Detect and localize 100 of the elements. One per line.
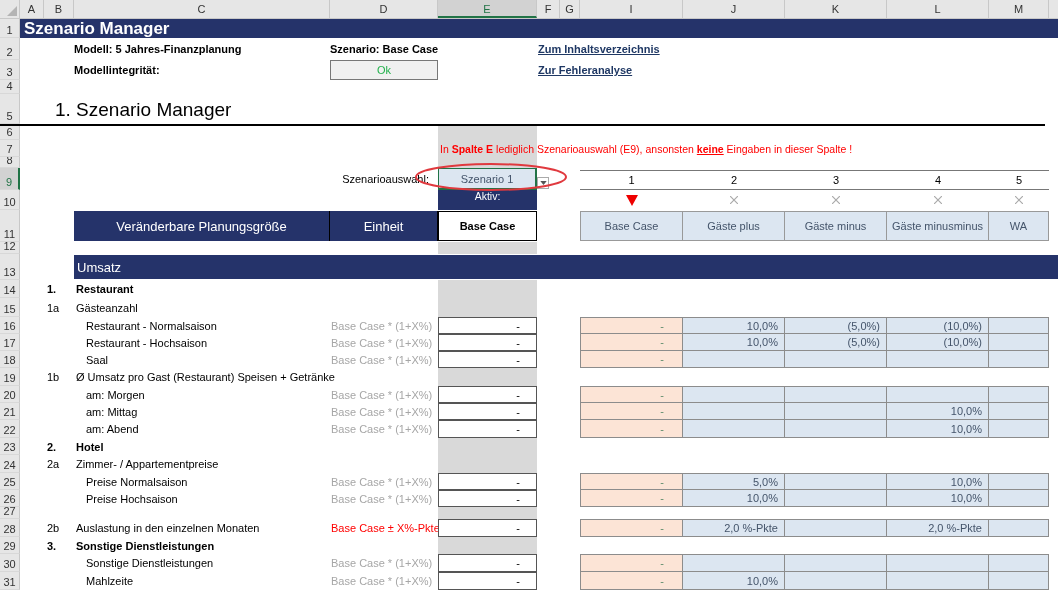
row-number[interactable]: 17 — [0, 334, 20, 351]
scenario-value-cell — [989, 519, 1049, 537]
row-number[interactable]: 19 — [0, 368, 20, 386]
column-header[interactable]: A — [20, 0, 44, 18]
input-cell[interactable]: - — [438, 334, 537, 351]
base-value-cell: - — [580, 490, 683, 507]
contents-link[interactable]: Zum Inhaltsverzeichnis — [538, 43, 660, 55]
scenario-value-cell — [989, 554, 1049, 572]
scenario-name-cell: Base Case — [580, 211, 683, 241]
input-cell[interactable]: - — [438, 420, 537, 438]
row-number[interactable]: 22 — [0, 420, 20, 438]
section-heading: 1. Szenario Manager — [55, 99, 232, 122]
row-number[interactable]: 20 — [0, 386, 20, 403]
scenario-value-cell — [989, 473, 1049, 490]
row-number[interactable]: 31 — [0, 572, 20, 590]
input-cell[interactable]: - — [438, 403, 537, 420]
input-cell[interactable]: - — [438, 554, 537, 572]
row-number[interactable]: 13 — [0, 254, 20, 280]
input-cell[interactable]: - — [438, 473, 537, 490]
scenario-value-cell: (10,0%) — [887, 334, 989, 351]
row-number[interactable]: 1 — [0, 19, 20, 38]
scenario-value-cell: 10,0% — [683, 490, 785, 507]
scenario-value-cell — [989, 420, 1049, 438]
input-cell[interactable]: - — [438, 317, 537, 334]
unit-text: Base Case * (1+X%) — [331, 575, 433, 587]
row-number[interactable]: 12 — [0, 242, 20, 254]
input-cell[interactable]: - — [438, 572, 537, 590]
scenario-value-cell: 10,0% — [683, 334, 785, 351]
row-number[interactable]: 14 — [0, 280, 20, 298]
base-value-cell: - — [580, 403, 683, 420]
row-number[interactable]: 28 — [0, 519, 20, 537]
scenario-value-cell: 10,0% — [887, 490, 989, 507]
column-header[interactable]: G — [560, 0, 580, 18]
scenario-name-cell: Gäste minus — [785, 211, 887, 241]
row-number[interactable]: 10 — [0, 190, 20, 210]
column-header[interactable]: K — [785, 0, 887, 18]
row-number[interactable]: 3 — [0, 60, 20, 80]
scenario-dropdown[interactable]: Szenario 1 — [438, 168, 537, 190]
row-number[interactable]: 21 — [0, 403, 20, 420]
row-number[interactable]: 5 — [0, 94, 20, 124]
column-header[interactable]: I — [580, 0, 683, 18]
row-number[interactable]: 4 — [0, 80, 20, 94]
column-header[interactable]: M — [989, 0, 1049, 18]
column-header[interactable]: C — [74, 0, 330, 18]
row-number[interactable]: 24 — [0, 455, 20, 473]
scenario-value-cell: 10,0% — [887, 473, 989, 490]
scenario-number: 3 — [831, 173, 841, 188]
caret-icon — [539, 181, 547, 185]
scenario-number: 1 — [627, 173, 636, 188]
row-number[interactable]: 25 — [0, 473, 20, 490]
row-number[interactable]: 30 — [0, 554, 20, 572]
scenario-value-cell: 2,0 %-Pkte — [683, 519, 785, 537]
input-cell[interactable]: - — [438, 386, 537, 403]
row-number[interactable]: 7 — [0, 140, 20, 157]
column-header[interactable]: F — [537, 0, 560, 18]
scenario-value-cell: 5,0% — [683, 473, 785, 490]
row-number[interactable]: 2 — [0, 38, 20, 60]
item-label: Saal — [86, 353, 109, 366]
unit-text: Base Case * (1+X%) — [331, 319, 433, 332]
item-number: 1b — [47, 371, 60, 383]
item-label: Preise Hochsaison — [86, 492, 178, 505]
column-header[interactable]: L — [887, 0, 989, 18]
input-cell[interactable]: - — [438, 490, 537, 507]
input-cell[interactable]: - — [438, 519, 537, 537]
row-number[interactable]: 11 — [0, 210, 20, 242]
item-label: Preise Normalsaison — [86, 475, 188, 488]
base-value-cell: - — [580, 351, 683, 368]
scenario-value-cell — [989, 351, 1049, 368]
column-header[interactable]: J — [683, 0, 785, 18]
scenario-label: Szenario: Base Case — [330, 42, 440, 57]
row-number[interactable]: 15 — [0, 298, 20, 317]
row-number[interactable]: 8 — [0, 157, 20, 168]
unit-text: Base Case * (1+X%) — [331, 557, 433, 569]
integrity-label: Modellintegrität: — [74, 63, 161, 78]
scenario-value-cell: (10,0%) — [887, 317, 989, 334]
item-label: am: Abend — [86, 423, 139, 435]
model-label: Modell: 5 Jahres-Finanzplanung — [74, 42, 243, 57]
scenario-value-cell: (5,0%) — [785, 334, 887, 351]
row-number[interactable]: 18 — [0, 351, 20, 368]
row-number[interactable]: 6 — [0, 126, 20, 140]
row-number[interactable]: 26 — [0, 490, 20, 507]
row-number[interactable]: 27 — [0, 507, 20, 519]
column-header[interactable]: B — [44, 0, 74, 18]
sheet-title: Szenario Manager — [24, 18, 170, 39]
row-number[interactable]: 29 — [0, 537, 20, 554]
base-value-cell: - — [580, 420, 683, 438]
base-value-cell: - — [580, 317, 683, 334]
row-number[interactable]: 23 — [0, 438, 20, 455]
row-number[interactable]: 9 — [0, 168, 20, 190]
scenario-value-cell: 2,0 %-Pkte — [887, 519, 989, 537]
scenario-value-cell — [989, 403, 1049, 420]
error-analysis-link[interactable]: Zur Fehleranalyse — [538, 64, 633, 76]
corner-triangle-icon — [7, 6, 17, 16]
column-header[interactable]: E — [438, 0, 537, 18]
scenario-number: 2 — [729, 173, 739, 188]
row-number[interactable]: 16 — [0, 317, 20, 334]
scenario-value-cell — [989, 490, 1049, 507]
input-cell[interactable]: - — [438, 351, 537, 368]
scenario-value-cell — [989, 572, 1049, 590]
item-label: Mahlzeite — [86, 575, 134, 587]
